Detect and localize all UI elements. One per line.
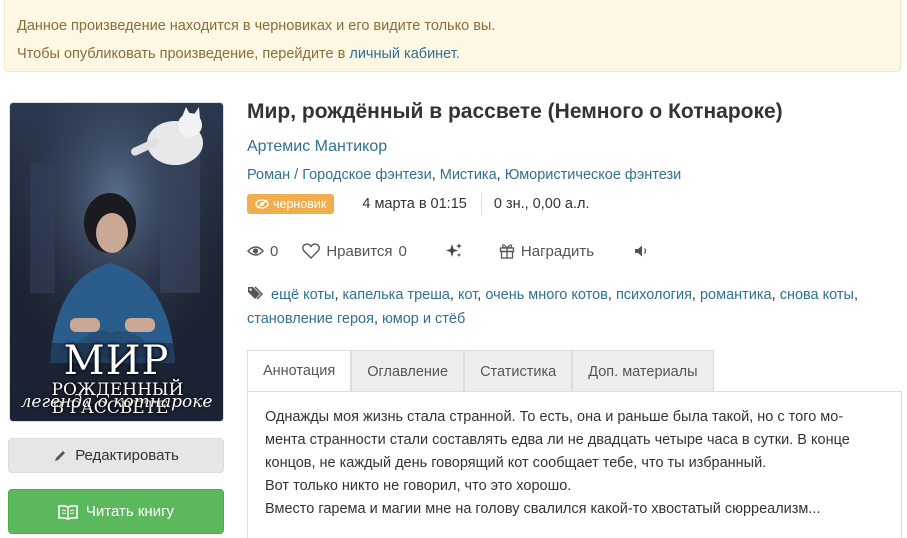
genre-roman-link[interactable]: Роман /	[247, 167, 302, 183]
listen-button[interactable]	[634, 244, 650, 258]
book-cover[interactable]: МИРРОЖДЕННЫЙ В РАССВЕТЕ легенда о котнаро…	[10, 103, 223, 421]
book-actions: 0 Нравится 0 Наградить	[247, 240, 650, 262]
tag-link[interactable]: юмор и стёб	[382, 311, 465, 327]
edit-button[interactable]: Редактировать	[8, 438, 224, 473]
speaker-icon	[635, 245, 647, 257]
tab-contents[interactable]: Оглавление	[351, 350, 465, 392]
annotation-line: Однажды моя жизнь стала странной. То ест…	[265, 409, 844, 425]
book-tags: ещё коты, капелька треша, кот, очень мно…	[247, 286, 858, 327]
tag-link[interactable]: капелька треша	[343, 287, 450, 303]
eye-slash-icon	[255, 199, 269, 209]
annotation-line: концов, не каждый день говорящий кот соо…	[265, 455, 767, 471]
eye-icon	[247, 246, 264, 256]
annotation-line: Вместо гарема и магии мне на голову свал…	[265, 501, 821, 517]
pencil-icon	[55, 450, 66, 461]
genre-link-humor-fantasy[interactable]: Юмористическое фэнтези	[505, 167, 682, 183]
status-badge: черновик	[247, 194, 335, 214]
annotation-line: Вот только никто не говорил, что это хор…	[265, 478, 572, 494]
tag-link[interactable]: становление героя	[247, 311, 374, 327]
book-meta: черновик 4 марта в 01:15 0 зн., 0,00 а.л…	[247, 192, 590, 216]
genre-link-mystic[interactable]: Мистика	[440, 167, 497, 183]
annotation-panel: Однажды моя жизнь стала странной. То ест…	[247, 391, 902, 538]
edit-button-label: Редактировать	[75, 447, 179, 464]
book-title: Мир, рождённый в рассвете (Немного о Кот…	[247, 100, 783, 123]
tab-extra-materials[interactable]: Доп. материалы	[572, 350, 714, 392]
sparkle-icon	[445, 243, 462, 257]
book-size: 0 зн., 0,00 а.л.	[493, 196, 590, 212]
tab-annotation[interactable]: Аннотация	[247, 350, 352, 392]
tags-icon	[248, 286, 264, 300]
tag-link[interactable]: кот	[458, 287, 477, 303]
genre-link-urban-fantasy[interactable]: Городское фэнтези	[302, 167, 431, 183]
book-date: 4 марта в 01:15	[362, 196, 467, 212]
like-button[interactable]: Нравится 0	[302, 243, 407, 260]
tag-link[interactable]: ещё коты	[271, 287, 334, 303]
read-book-button-label: Читать книгу	[85, 503, 175, 520]
meta-divider	[480, 193, 482, 215]
tag-link[interactable]: романтика	[700, 287, 772, 303]
views-counter: 0	[247, 243, 278, 260]
annotation-line: мента странности стали составлять едва л…	[265, 432, 850, 448]
draft-notice-line2: Чтобы опубликовать произведение, перейди…	[17, 46, 460, 62]
sparkle-button[interactable]	[445, 242, 463, 260]
book-author-link[interactable]: Артемис Мантикор	[247, 138, 387, 156]
tab-statistics[interactable]: Статистика	[464, 350, 573, 392]
book-open-icon	[58, 504, 78, 520]
book-tabs: Аннотация Оглавление Статистика Доп. мат…	[247, 350, 902, 392]
cover-subtitle: легенда о котнароке	[20, 392, 213, 412]
book-genres: Роман / Городское фэнтези, Мистика, Юмор…	[247, 167, 682, 183]
heart-icon	[302, 243, 321, 259]
tag-link[interactable]: очень много котов	[485, 287, 608, 303]
draft-notice: Данное произведение находится в черновик…	[4, 0, 901, 72]
read-book-button[interactable]: Читать книгу	[8, 489, 224, 534]
tag-link[interactable]: снова коты	[780, 287, 854, 303]
gift-icon	[499, 244, 515, 259]
draft-notice-line1: Данное произведение находится в черновик…	[17, 18, 496, 34]
tag-link[interactable]: психология	[616, 287, 692, 303]
personal-cabinet-link[interactable]: личный кабинет	[349, 46, 455, 62]
reward-button[interactable]: Наградить	[499, 243, 594, 260]
